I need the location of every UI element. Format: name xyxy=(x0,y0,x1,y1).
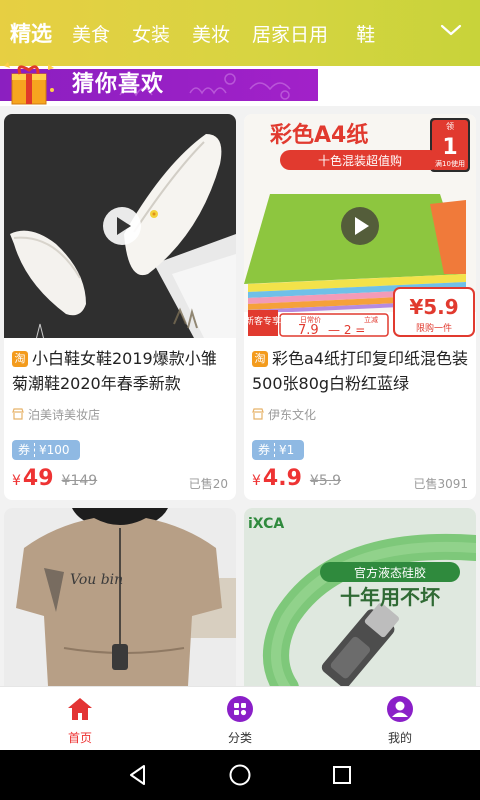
product-card[interactable]: iXCA 官方液态硅胶 十年用不坏 xyxy=(244,508,476,686)
coupon-badge: 券 ¥1 xyxy=(252,440,305,460)
nav-category[interactable]: 分类 xyxy=(200,687,280,751)
sold-count: 已售20 xyxy=(188,477,228,491)
category-tabs: 精选 美食 女装 美妆 居家日用 鞋 xyxy=(0,0,430,66)
coupon-prefix: 券 xyxy=(258,443,271,457)
sold-count: 已售3091 xyxy=(413,477,468,491)
image-promo-off-label: 立减 xyxy=(364,315,378,324)
image-tag-top: 领 xyxy=(446,121,454,131)
shop-name: 泊美诗美妆店 xyxy=(12,406,100,424)
store-icon xyxy=(252,408,264,420)
product-image: iXCA 官方液态硅胶 十年用不坏 xyxy=(244,508,476,686)
tab-shoes[interactable]: 鞋 xyxy=(356,20,375,47)
tab-beauty[interactable]: 美妆 xyxy=(192,20,230,47)
store-icon xyxy=(12,408,24,420)
user-icon xyxy=(387,696,413,722)
product-card[interactable]: Vou bin xyxy=(4,508,236,686)
original-price: ¥5.9 xyxy=(309,473,342,489)
tab-home-goods[interactable]: 居家日用 xyxy=(252,20,328,47)
product-image: Vou bin xyxy=(4,508,236,686)
price-row: ¥4.9 ¥5.9 xyxy=(252,466,341,491)
image-slogan: 十年用不坏 xyxy=(340,585,440,609)
image-promo-final: ¥5.9 xyxy=(409,295,458,319)
image-brand: iXCA xyxy=(248,516,284,532)
home-circle-icon[interactable] xyxy=(228,763,252,787)
shop-name-text: 泊美诗美妆店 xyxy=(28,408,101,422)
image-headline: 彩色A4纸 xyxy=(269,122,368,148)
shop-name: 伊东文化 xyxy=(252,406,316,424)
price-row: ¥49 ¥149 xyxy=(12,466,97,491)
image-promo-limit: 限购一件 xyxy=(416,322,452,334)
price-symbol: ¥ xyxy=(252,473,261,489)
product-title-text: 小白鞋女鞋2019爆款小雏菊潮鞋2020年春季新款 xyxy=(12,349,217,393)
tab-womens-clothing[interactable]: 女装 xyxy=(132,20,170,47)
play-video-icon[interactable] xyxy=(102,206,142,246)
tab-food[interactable]: 美食 xyxy=(72,20,110,47)
nav-home-label: 首页 xyxy=(67,731,92,745)
category-icon xyxy=(227,696,253,722)
coupon-prefix: 券 xyxy=(18,443,31,457)
shirt-print: Vou bin xyxy=(70,572,123,588)
tab-featured[interactable]: 精选 xyxy=(10,18,52,48)
image-tag-bottom: 满10使用 xyxy=(435,159,465,168)
nav-category-label: 分类 xyxy=(227,731,252,745)
image-tag-num: 1 xyxy=(442,135,457,160)
nav-home[interactable]: 首页 xyxy=(40,687,120,751)
image-badge: 官方液态硅胶 xyxy=(354,565,426,580)
system-nav-bar xyxy=(0,750,480,800)
category-tab-bar: 精选 美食 女装 美妆 居家日用 鞋 xyxy=(0,0,480,66)
image-promo-left: 新客专享 xyxy=(245,315,281,327)
price-value: 4.9 xyxy=(262,466,302,491)
product-card[interactable]: 彩色A4纸 十色混装超值购 领 1 满10使用 新客专享 日常价 立减 7.9 … xyxy=(244,114,476,500)
original-price: ¥149 xyxy=(61,473,98,489)
product-title-text: 彩色a4纸打印复印纸混色装500张80g白粉红蓝绿 xyxy=(252,349,468,393)
product-card[interactable]: 淘小白鞋女鞋2019爆款小雏菊潮鞋2020年春季新款 泊美诗美妆店 券 ¥100 … xyxy=(4,114,236,500)
coupon-value: ¥100 xyxy=(39,443,70,457)
chevron-down-icon[interactable] xyxy=(440,22,462,38)
taobao-badge-icon: 淘 xyxy=(252,351,268,367)
taobao-badge-icon: 淘 xyxy=(12,351,28,367)
recent-apps-icon[interactable] xyxy=(330,763,354,787)
price-symbol: ¥ xyxy=(12,473,21,489)
coupon-badge: 券 ¥100 xyxy=(12,440,80,460)
gift-bag-icon xyxy=(4,62,54,105)
recommend-title: 猜你喜欢 xyxy=(72,72,165,97)
home-icon xyxy=(68,698,92,720)
price-value: 49 xyxy=(22,466,54,491)
nav-profile-label: 我的 xyxy=(387,731,412,745)
image-promo-minus: — 2 = xyxy=(328,323,365,337)
play-video-icon[interactable] xyxy=(340,206,380,246)
coupon-value: ¥1 xyxy=(279,443,295,457)
nav-profile[interactable]: 我的 xyxy=(360,687,440,751)
back-icon[interactable] xyxy=(126,763,150,787)
product-title: 淘小白鞋女鞋2019爆款小雏菊潮鞋2020年春季新款 xyxy=(12,346,232,396)
product-title: 淘彩色a4纸打印复印纸混色装500张80g白粉红蓝绿 xyxy=(252,346,472,396)
bottom-nav: 首页 分类 我的 xyxy=(0,686,480,751)
shop-name-text: 伊东文化 xyxy=(268,408,317,422)
image-promo-daily: 7.9 xyxy=(298,323,319,338)
image-subheadline: 十色混装超值购 xyxy=(318,153,402,168)
